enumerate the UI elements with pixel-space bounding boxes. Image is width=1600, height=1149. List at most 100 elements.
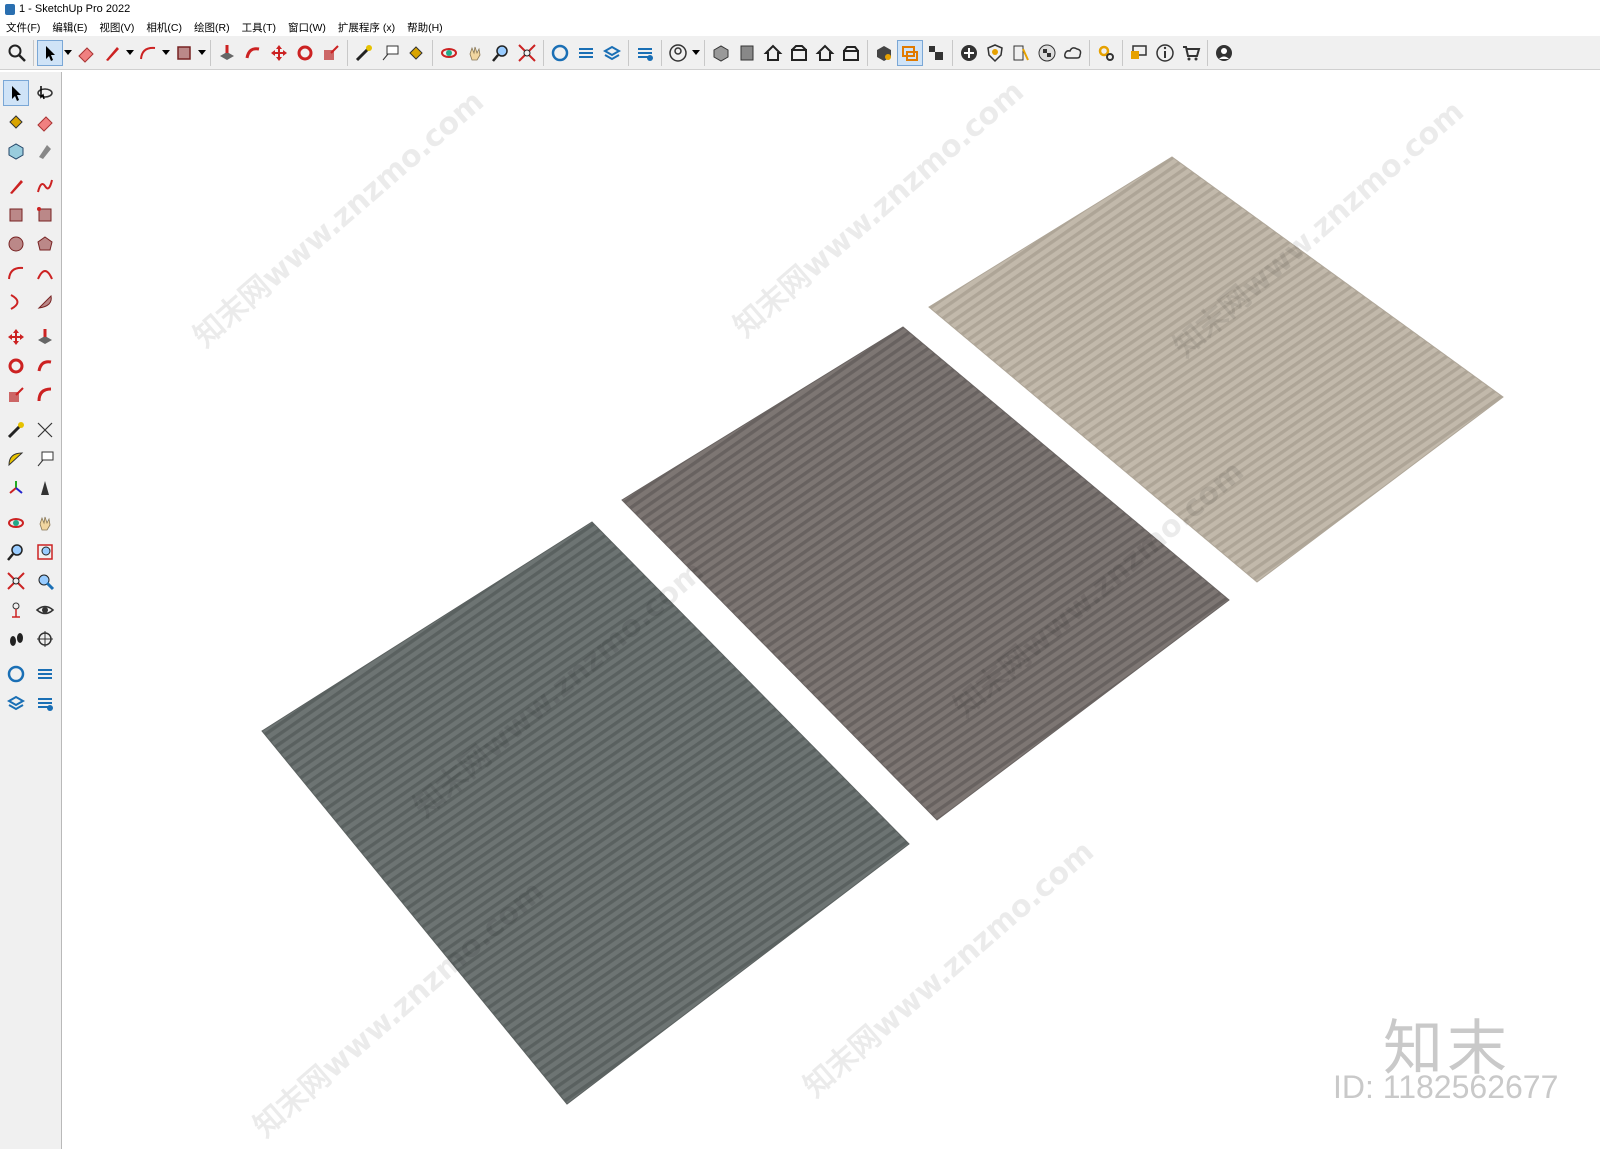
arc-dropdown[interactable] xyxy=(161,40,171,66)
menu-camera[interactable]: 相机(C) xyxy=(140,20,188,35)
left-scale-button[interactable] xyxy=(3,382,29,408)
left-3dtext-button[interactable] xyxy=(32,475,58,501)
info-button[interactable] xyxy=(1152,40,1178,66)
paint-bucket-button[interactable] xyxy=(403,40,429,66)
left-dimension-button[interactable] xyxy=(32,417,58,443)
share-model-button[interactable] xyxy=(573,40,599,66)
menu-extensions[interactable]: 扩展程序 (x) xyxy=(332,20,401,35)
left-protractor-button[interactable] xyxy=(3,446,29,472)
material-button[interactable] xyxy=(1008,40,1034,66)
rectangle-dropdown[interactable] xyxy=(197,40,207,66)
left-pan-button[interactable] xyxy=(32,510,58,536)
left-eraser-button[interactable] xyxy=(32,109,58,135)
left-2pt-arc-button[interactable] xyxy=(32,260,58,286)
style-button[interactable] xyxy=(871,40,897,66)
section-plane-button[interactable] xyxy=(897,39,923,66)
house-icon xyxy=(763,44,783,61)
back-view-button[interactable] xyxy=(812,40,838,66)
left-walk-button[interactable] xyxy=(3,626,29,652)
left-share-button[interactable] xyxy=(32,661,58,687)
left-zoom-window-button[interactable] xyxy=(32,539,58,565)
left-view-button[interactable] xyxy=(838,40,864,66)
left-rectangle-button[interactable] xyxy=(3,202,29,228)
orbit-button[interactable] xyxy=(436,40,462,66)
left-axes-button[interactable] xyxy=(3,475,29,501)
left-circle-button[interactable] xyxy=(3,231,29,257)
scale-button[interactable] xyxy=(318,40,344,66)
right-view-button[interactable] xyxy=(786,40,812,66)
arc-tool-button[interactable] xyxy=(135,40,161,66)
left-pushpull-button[interactable] xyxy=(32,324,58,350)
account-dropdown[interactable] xyxy=(691,40,701,66)
left-previous-view-button[interactable] xyxy=(32,568,58,594)
left-tag-button[interactable] xyxy=(32,138,58,164)
extension-manager-button[interactable] xyxy=(632,40,658,66)
front-view-button[interactable] xyxy=(760,40,786,66)
messages-button[interactable] xyxy=(1126,40,1152,66)
left-freehand-button[interactable] xyxy=(32,173,58,199)
menu-file[interactable]: 文件(F) xyxy=(0,20,46,35)
rectangle-tool-button[interactable] xyxy=(171,40,197,66)
move-button[interactable] xyxy=(266,40,292,66)
left-paint-button[interactable] xyxy=(3,109,29,135)
push-pull-button[interactable] xyxy=(214,40,240,66)
left-zoom-button[interactable] xyxy=(3,539,29,565)
left-look-around-button[interactable] xyxy=(32,597,58,623)
extension-warehouse-button[interactable] xyxy=(599,40,625,66)
left-ext-warehouse-button[interactable] xyxy=(3,690,29,716)
menu-tools[interactable]: 工具(T) xyxy=(236,20,282,35)
left-lasso-button[interactable] xyxy=(32,80,58,106)
left-warehouse-button[interactable] xyxy=(3,661,29,687)
model-viewport[interactable]: 知末网www.znzmo.com 知末网www.znzmo.com 知末网www… xyxy=(62,72,1600,1149)
eraser-button[interactable] xyxy=(73,40,99,66)
pan-button[interactable] xyxy=(462,40,488,66)
left-offset-button[interactable] xyxy=(32,382,58,408)
left-zoom-extents-button[interactable] xyxy=(3,568,29,594)
left-text-button[interactable] xyxy=(32,446,58,472)
menu-view[interactable]: 视图(V) xyxy=(93,20,140,35)
tape-measure-button[interactable] xyxy=(351,40,377,66)
cloud-upload-button[interactable] xyxy=(1060,40,1086,66)
zoom-button[interactable] xyxy=(488,40,514,66)
profile-button[interactable] xyxy=(1211,40,1237,66)
left-section-button[interactable] xyxy=(32,626,58,652)
left-rotated-rect-button[interactable] xyxy=(32,202,58,228)
scene-button[interactable] xyxy=(923,40,949,66)
rotate-button[interactable] xyxy=(292,40,318,66)
top-view-button[interactable] xyxy=(734,40,760,66)
left-component-button[interactable] xyxy=(3,138,29,164)
left-rotate-button[interactable] xyxy=(3,353,29,379)
search-button[interactable] xyxy=(4,40,30,66)
zoom-extents-button[interactable] xyxy=(514,40,540,66)
add-button[interactable] xyxy=(956,40,982,66)
select-dropdown[interactable] xyxy=(63,40,73,66)
left-3pt-arc-button[interactable] xyxy=(3,289,29,315)
line-dropdown[interactable] xyxy=(125,40,135,66)
follow-me-button[interactable] xyxy=(240,40,266,66)
warehouse-button[interactable] xyxy=(547,40,573,66)
text-tool-button[interactable] xyxy=(377,40,403,66)
menu-edit[interactable]: 编辑(E) xyxy=(46,20,93,35)
iso-view-button[interactable] xyxy=(708,40,734,66)
left-move-button[interactable] xyxy=(3,324,29,350)
left-line-button[interactable] xyxy=(3,173,29,199)
left-ext-manager-button[interactable] xyxy=(32,690,58,716)
left-orbit-button[interactable] xyxy=(3,510,29,536)
left-position-camera-button[interactable] xyxy=(3,597,29,623)
left-select-button[interactable] xyxy=(3,79,29,106)
left-tape-button[interactable] xyxy=(3,417,29,443)
menu-help[interactable]: 帮助(H) xyxy=(401,20,449,35)
left-arc-button[interactable] xyxy=(3,260,29,286)
checker-button[interactable] xyxy=(1034,40,1060,66)
left-followme-button[interactable] xyxy=(32,353,58,379)
left-polygon-button[interactable] xyxy=(32,231,58,257)
settings-button[interactable] xyxy=(1093,40,1119,66)
menu-window[interactable]: 窗口(W) xyxy=(282,20,332,35)
account-button[interactable] xyxy=(665,40,691,66)
menu-draw[interactable]: 绘图(R) xyxy=(188,20,236,35)
cart-button[interactable] xyxy=(1178,40,1204,66)
left-pie-button[interactable] xyxy=(32,289,58,315)
select-tool-button[interactable] xyxy=(37,39,63,66)
line-tool-button[interactable] xyxy=(99,40,125,66)
shield-button[interactable] xyxy=(982,40,1008,66)
